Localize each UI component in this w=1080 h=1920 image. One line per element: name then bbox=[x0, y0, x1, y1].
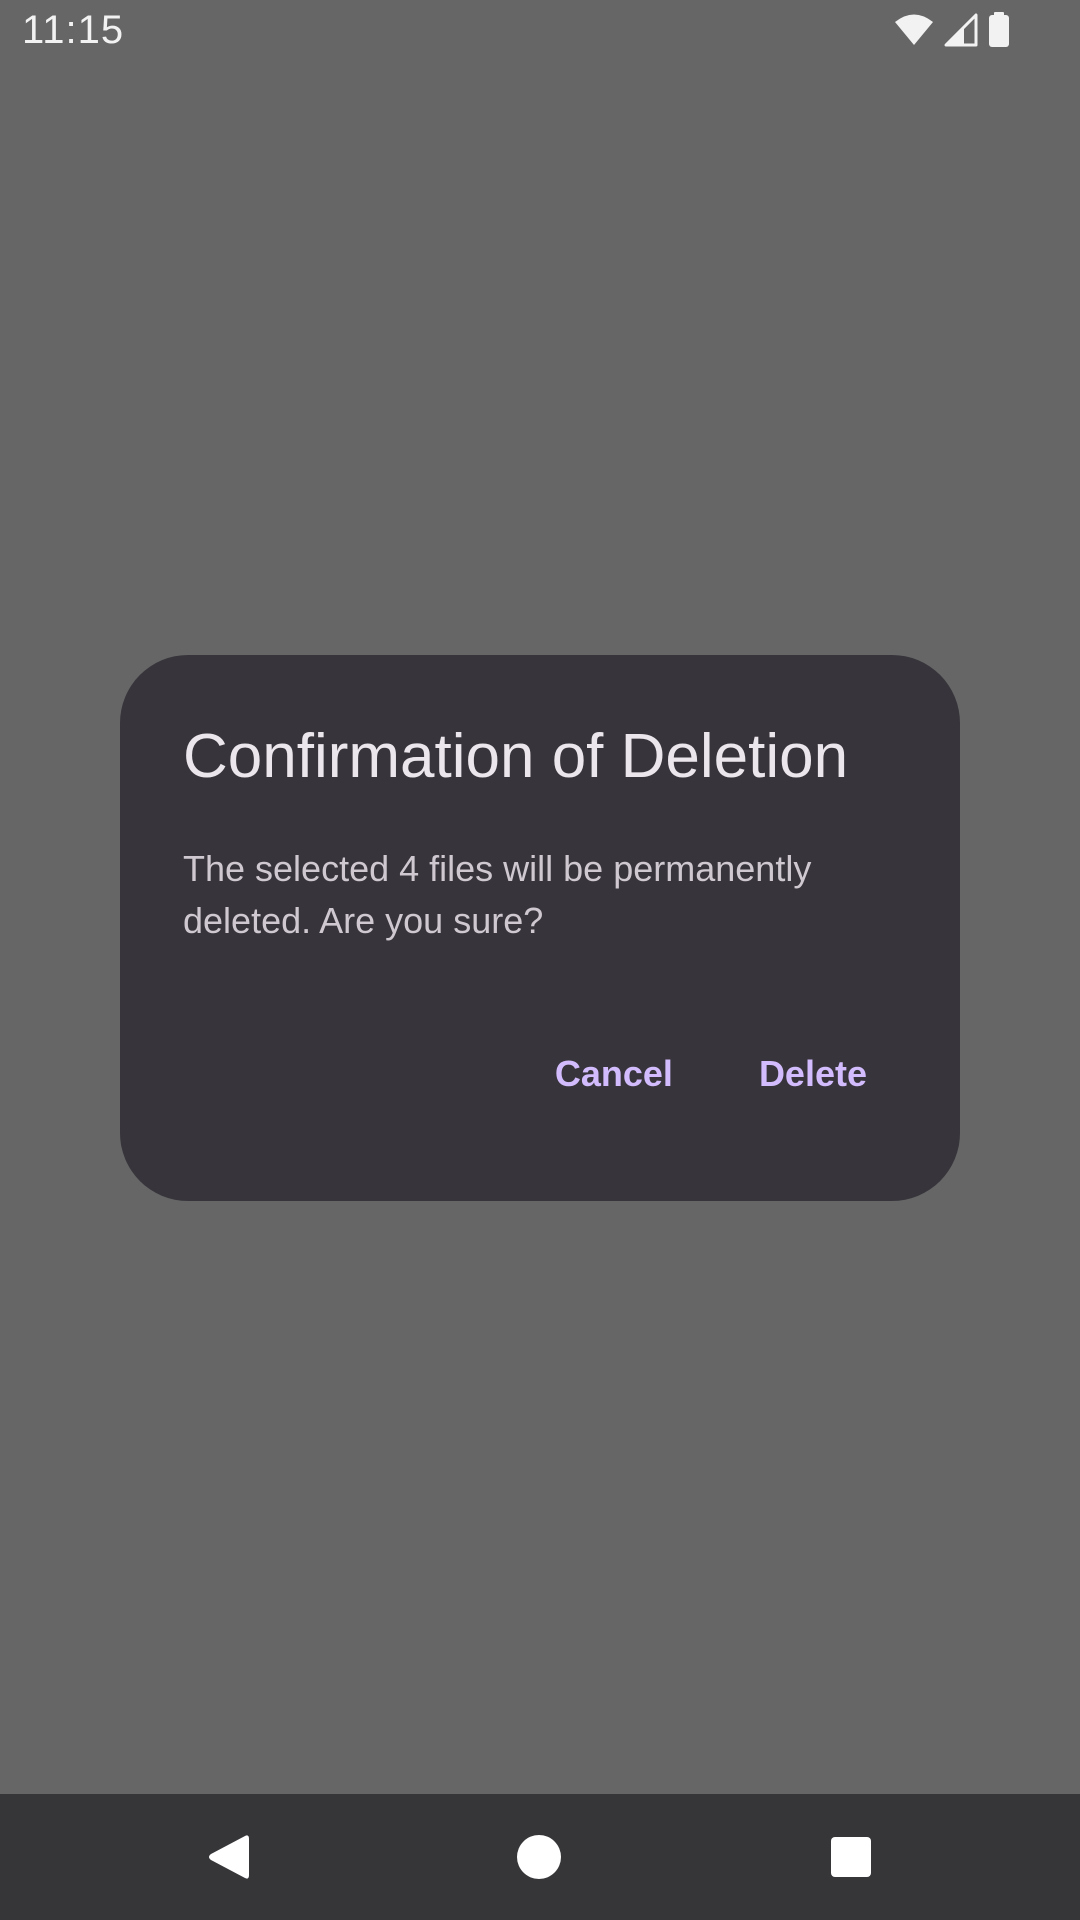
navigation-bar bbox=[0, 1794, 1080, 1920]
recents-button[interactable] bbox=[771, 1794, 931, 1920]
dialog-title: Confirmation of Deletion bbox=[183, 722, 849, 791]
dialog-message: The selected 4 files will be permanently… bbox=[183, 848, 812, 941]
status-icons bbox=[894, 12, 1010, 48]
status-bar: 11:15 bbox=[0, 0, 1080, 64]
recents-icon bbox=[831, 1837, 871, 1877]
delete-confirmation-dialog: Confirmation of Deletion The selected 4 … bbox=[120, 655, 960, 1201]
back-button[interactable] bbox=[148, 1794, 308, 1920]
cancel-button[interactable]: Cancel bbox=[555, 1053, 673, 1095]
home-button[interactable] bbox=[459, 1794, 619, 1920]
dialog-actions: Cancel Delete bbox=[555, 1053, 867, 1095]
battery-icon bbox=[988, 12, 1010, 48]
home-icon bbox=[516, 1834, 562, 1880]
back-icon bbox=[205, 1833, 251, 1881]
delete-button[interactable]: Delete bbox=[759, 1053, 867, 1095]
cellular-signal-icon bbox=[944, 13, 978, 47]
wifi-icon bbox=[894, 13, 934, 47]
status-time: 11:15 bbox=[22, 8, 125, 52]
